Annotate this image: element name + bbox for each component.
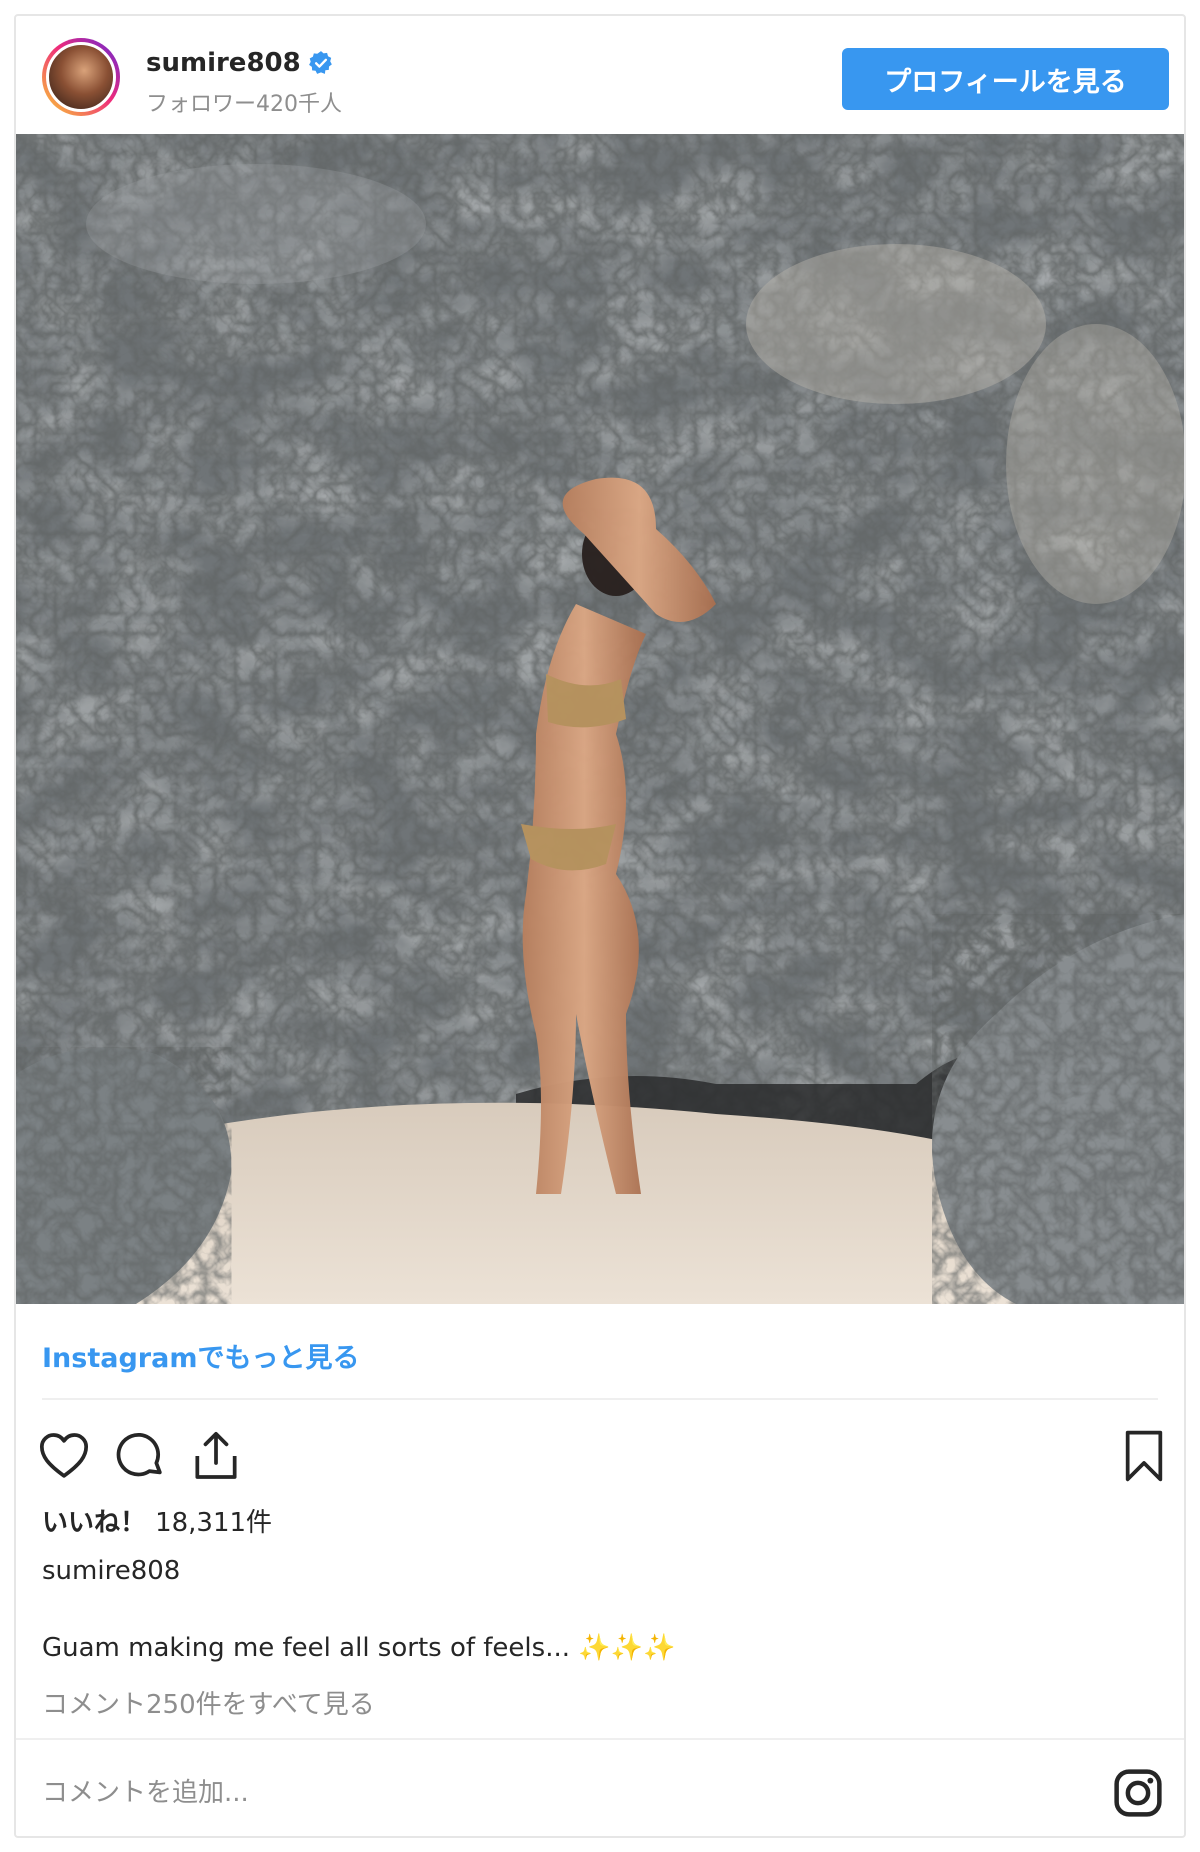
avatar[interactable] (42, 38, 120, 116)
divider (42, 1398, 1158, 1400)
username[interactable]: sumire808 (146, 48, 301, 78)
share-icon[interactable] (188, 1428, 244, 1484)
view-all-comments-link[interactable]: コメント250件をすべて見る (42, 1684, 375, 1721)
bookmark-icon[interactable] (1116, 1428, 1172, 1484)
likes-number: 18,311件 (155, 1508, 273, 1538)
view-more-on-instagram-link[interactable]: Instagramでもっと見る (42, 1336, 359, 1375)
instagram-embed-card: sumire808 フォロワー420千人 プロフィールを見る Instagram… (14, 14, 1186, 1838)
post-photo[interactable] (16, 134, 1184, 1304)
verified-badge-icon (309, 51, 332, 74)
caption-text: Guam making me feel all sorts of feels..… (42, 1633, 676, 1663)
instagram-logo-icon[interactable] (1111, 1766, 1165, 1820)
view-profile-button[interactable]: プロフィールを見る (842, 48, 1169, 110)
likes-label: いいね！ (42, 1508, 147, 1538)
add-comment-input[interactable] (42, 1771, 1092, 1815)
follower-count: フォロワー420千人 (146, 92, 342, 117)
caption-username[interactable]: sumire808 (42, 1556, 180, 1586)
photo-image (16, 134, 1184, 1304)
comment-icon[interactable] (112, 1428, 168, 1484)
divider (16, 1738, 1184, 1740)
post-header: sumire808 フォロワー420千人 プロフィールを見る (16, 16, 1184, 134)
like-count[interactable]: いいね！ 18,311件 (42, 1502, 272, 1539)
heart-icon[interactable] (36, 1428, 92, 1484)
avatar-image (46, 42, 116, 112)
